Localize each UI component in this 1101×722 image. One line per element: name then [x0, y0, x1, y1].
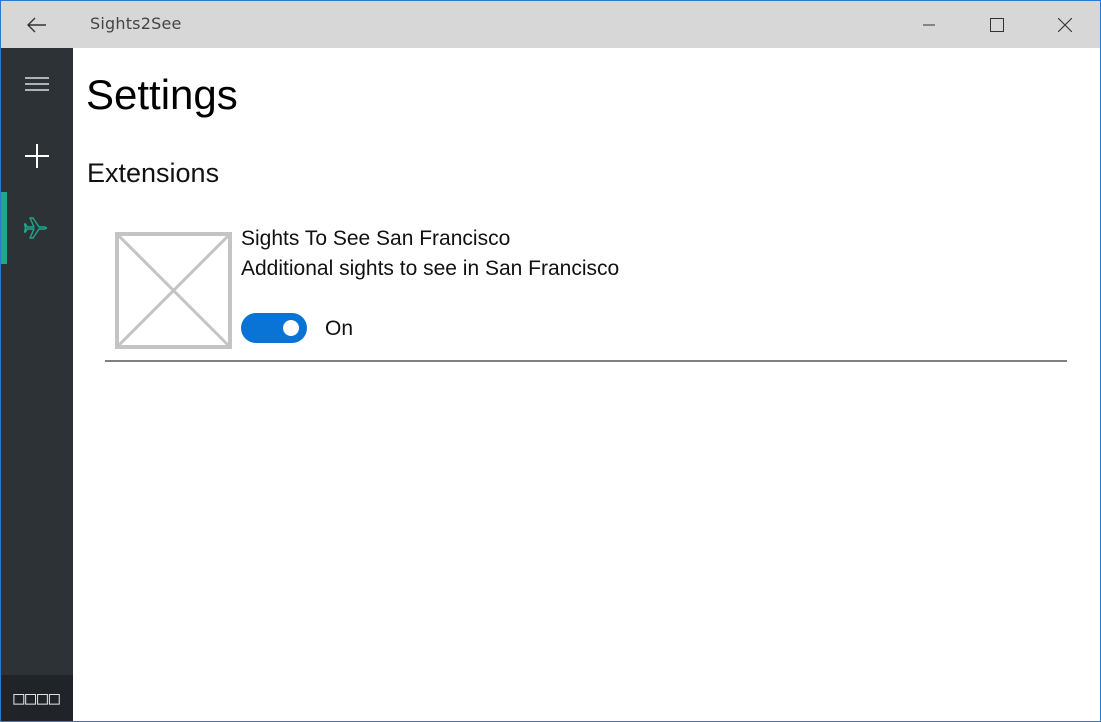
sidebar-item-sights[interactable] [1, 192, 73, 264]
toggle-state-label: On [325, 317, 354, 340]
toggle-knob [283, 320, 299, 336]
hamburger-menu-button[interactable] [1, 48, 73, 120]
add-icon [25, 144, 49, 168]
extension-toggle-switch[interactable] [241, 313, 307, 343]
maximize-icon [990, 17, 1004, 32]
extension-description: Additional sights to see in San Francisc… [241, 257, 620, 280]
add-button[interactable] [1, 120, 73, 192]
maximize-button[interactable] [963, 1, 1031, 48]
page-title: Settings [86, 71, 238, 118]
app-window: Sights2See □□□□ Settings Extensions Sigh… [0, 0, 1101, 722]
close-button[interactable] [1031, 1, 1099, 48]
minimize-icon [923, 24, 935, 25]
section-title-extensions: Extensions [87, 158, 220, 188]
back-arrow-icon [27, 17, 46, 32]
title-bar: Sights2See [1, 1, 1100, 48]
extension-list-item: Sights To See San Francisco Additional s… [105, 220, 1067, 362]
hamburger-icon [25, 77, 49, 91]
back-button[interactable] [1, 1, 73, 48]
extension-name: Sights To See San Francisco [241, 227, 511, 250]
nav-sidebar: □□□□ [1, 48, 73, 721]
selection-indicator [1, 192, 7, 264]
sidebar-footer-text: □□□□ [13, 687, 61, 709]
settings-page: Settings Extensions Sights To See San Fr… [73, 48, 1100, 721]
close-icon [1058, 17, 1072, 32]
airplane-icon [24, 217, 48, 239]
minimize-button[interactable] [895, 1, 963, 48]
sidebar-footer: □□□□ [1, 675, 73, 721]
placeholder-image-icon [115, 232, 232, 349]
window-title: Sights2See [90, 14, 182, 33]
extension-image [115, 232, 232, 349]
